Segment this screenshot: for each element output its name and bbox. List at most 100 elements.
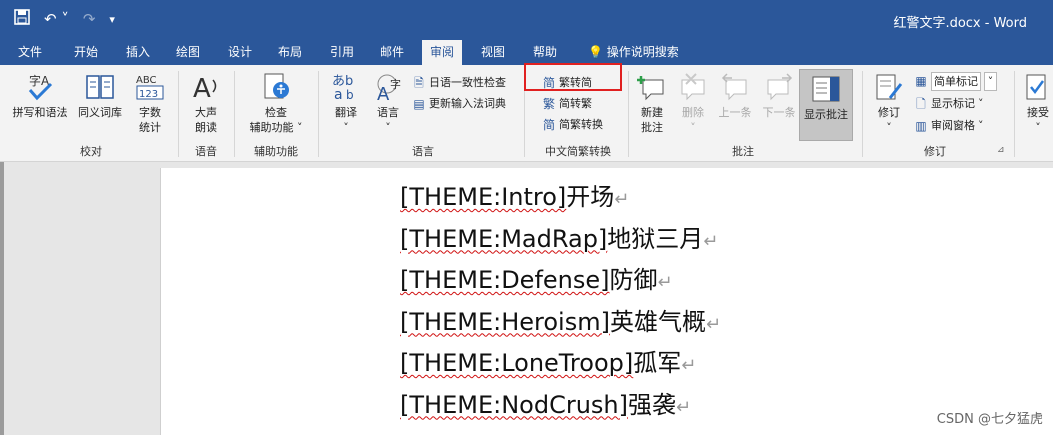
document-title: 红警文字.docx - Word	[893, 16, 1027, 31]
paragraph-mark-icon: ↵	[675, 396, 692, 418]
tab-help[interactable]: 帮助	[525, 40, 565, 65]
tab-file[interactable]: 文件	[10, 40, 50, 65]
group-label-language: 语言	[412, 145, 434, 158]
tab-insert[interactable]: 插入	[118, 40, 158, 65]
translate-icon: あbab	[326, 71, 366, 103]
chevron-down-icon: ˅	[297, 121, 303, 134]
redo-icon[interactable]: ↷	[83, 10, 96, 28]
read-aloud-button[interactable]: A 大声 朗读	[184, 71, 228, 135]
accept-icon	[1018, 71, 1053, 103]
svg-text:b: b	[346, 88, 354, 102]
check-accessibility-button[interactable]: 检查 辅助功能 ˅	[240, 71, 312, 135]
chevron-down-icon: ˅	[690, 121, 696, 134]
previous-comment-button[interactable]: 上一条	[714, 71, 756, 120]
watermark: CSDN @七夕猛虎	[936, 412, 1043, 427]
show-comments-button[interactable]: 显示批注	[799, 69, 853, 141]
paragraph-mark-icon: ↵	[703, 230, 719, 252]
tab-review[interactable]: 审阅	[422, 40, 463, 65]
dictionary-icon: ▤	[413, 97, 425, 111]
svg-text:ABC: ABC	[136, 75, 157, 86]
paragraph-mark-icon: ↵	[657, 272, 673, 293]
convert-char-icon: 简	[542, 118, 555, 132]
tab-references[interactable]: 引用	[322, 40, 362, 65]
tab-design[interactable]: 设计	[220, 40, 260, 65]
track-changes-button[interactable]: 修订 ˅	[870, 71, 908, 135]
undo-icon[interactable]: ↶ ˅	[44, 10, 69, 28]
document-body[interactable]: [THEME:Intro]开场↵ [THEME:MadRap]地狱三月↵ [TH…	[400, 177, 721, 426]
lightbulb-icon: 💡	[588, 45, 603, 59]
svg-text:123: 123	[139, 89, 158, 100]
japanese-consistency-button[interactable]: 🗎 日语一致性检查	[412, 73, 506, 93]
divider	[318, 71, 319, 157]
ribbon-tabs: 文件 开始 插入 绘图 设计 布局 引用 邮件 审阅 视图 帮助 💡 操作说明搜…	[0, 40, 1053, 65]
chevron-down-icon[interactable]: ˅	[984, 71, 997, 91]
tab-home[interactable]: 开始	[66, 40, 106, 65]
accept-button[interactable]: 接受 ˅	[1018, 71, 1053, 135]
group-label-tracking: 修订	[924, 145, 946, 158]
tab-view[interactable]: 视图	[473, 40, 513, 65]
document-line: [THEME:MadRap]地狱三月↵	[400, 224, 719, 253]
previous-comment-icon	[714, 71, 756, 103]
group-label-speech: 语音	[195, 145, 217, 158]
translate-button[interactable]: あbab 翻译 ˅	[326, 71, 366, 135]
language-button[interactable]: A字 语言 ˅	[368, 71, 408, 135]
chinese-conversion-button[interactable]: 简 简繁转换	[542, 115, 603, 135]
chevron-down-icon: ˅	[886, 121, 892, 134]
divider	[178, 71, 179, 157]
next-comment-button[interactable]: 下一条	[758, 71, 800, 120]
tab-layout[interactable]: 布局	[270, 40, 310, 65]
spelling-grammar-button[interactable]: 字A 拼写和语法	[8, 71, 72, 120]
divider	[1014, 71, 1015, 157]
svg-text:字A: 字A	[29, 73, 50, 88]
track-changes-icon	[870, 71, 908, 103]
document-line: [THEME:Intro]开场↵	[400, 183, 630, 211]
chevron-down-icon: ˅	[343, 121, 349, 134]
markup-icon: ▦	[915, 74, 927, 88]
traditional-char-icon: 繁	[542, 97, 555, 111]
show-markup-icon: 🗋	[916, 97, 926, 111]
group-label-comments: 批注	[732, 145, 754, 158]
simplified-to-traditional-button[interactable]: 繁 简转繁	[542, 94, 592, 114]
save-icon[interactable]	[14, 9, 30, 29]
read-aloud-icon: A	[184, 71, 228, 103]
svg-text:b: b	[345, 74, 353, 89]
new-comment-icon	[632, 71, 672, 103]
abc-123-icon: ABC 123	[128, 71, 172, 103]
document-line: [THEME:NodCrush]强袭↵	[400, 390, 692, 419]
word-count-button[interactable]: ABC 123 字数 统计	[128, 71, 172, 135]
check-document-icon: 🗎	[414, 76, 424, 90]
svg-text:字: 字	[390, 77, 401, 91]
markup-select[interactable]: ▦ 简单标记 ˅	[914, 71, 997, 91]
delete-comment-icon	[674, 71, 712, 103]
dialog-launcher-icon[interactable]: ⊿	[997, 145, 1005, 155]
thesaurus-button[interactable]: 同义词库	[74, 71, 126, 120]
paragraph-mark-icon: ↵	[614, 189, 630, 210]
group-label-chinese-conversion: 中文简繁转换	[545, 145, 611, 158]
quick-access-toolbar: ↶ ˅ ↷ ▾	[14, 9, 115, 29]
document-line: [THEME:Defense]防御↵	[400, 266, 673, 294]
svg-text:A: A	[377, 84, 390, 102]
left-scroll-strip	[0, 162, 4, 435]
group-label-accessibility: 辅助功能	[254, 145, 298, 158]
document-line: [THEME:Heroism]英雄气概↵	[400, 307, 722, 336]
tab-draw[interactable]: 绘图	[168, 40, 208, 65]
delete-comment-button[interactable]: 删除 ˅	[674, 71, 712, 135]
document-line: [THEME:LoneTroop]孤军↵	[400, 349, 697, 377]
chevron-down-icon[interactable]: ▾	[109, 13, 115, 26]
show-markup-button[interactable]: 🗋 显示标记 ˅	[914, 94, 983, 114]
reviewing-pane-icon: ▥	[915, 119, 927, 133]
new-comment-button[interactable]: 新建 批注	[632, 71, 672, 135]
divider	[234, 71, 235, 157]
svg-text:A: A	[193, 74, 211, 102]
update-ime-dictionary-button[interactable]: ▤ 更新输入法词典	[412, 94, 506, 114]
svg-text:a: a	[334, 87, 343, 102]
tab-mailings[interactable]: 邮件	[372, 40, 412, 65]
language-icon: A字	[368, 71, 408, 103]
divider	[628, 71, 629, 157]
chevron-down-icon: ˅	[978, 119, 984, 132]
reviewing-pane-button[interactable]: ▥ 审阅窗格 ˅	[914, 116, 984, 136]
tell-me-search[interactable]: 💡 操作说明搜索	[580, 40, 687, 65]
title-bar: ↶ ˅ ↷ ▾ 红警文字.docx - Word	[0, 0, 1053, 40]
paragraph-mark-icon: ↵	[705, 313, 722, 335]
chevron-down-icon: ˅	[1035, 121, 1041, 134]
